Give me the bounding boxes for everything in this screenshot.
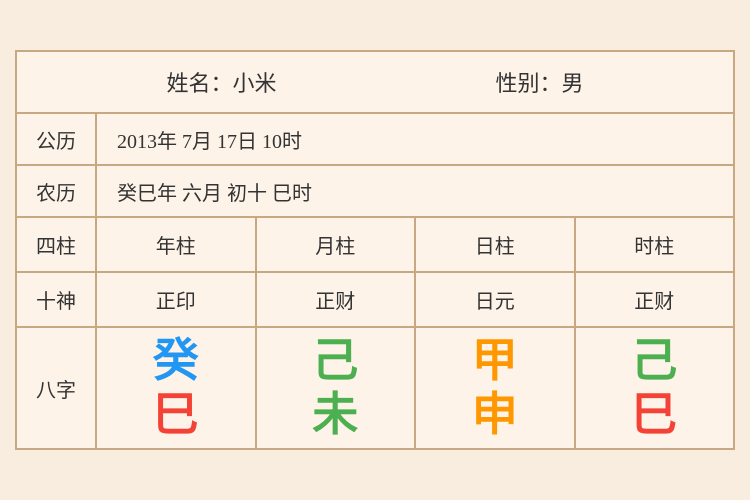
- bazi-month: 己 未: [257, 328, 417, 448]
- bazi-row: 八字 癸 巳 己 未 甲 申 己 巳: [17, 328, 733, 448]
- pillar-day: 日柱: [416, 218, 576, 271]
- bazi-label: 八字: [17, 328, 97, 448]
- bazi-year-bottom: 巳: [153, 392, 199, 438]
- shishen-cells: 正印 正财 日元 正财: [97, 273, 733, 326]
- lunar-row: 农历 癸巳年 六月 初十 巳时: [17, 166, 733, 218]
- bazi-hour-top: 己: [631, 338, 677, 384]
- shishen-day: 日元: [416, 273, 576, 326]
- shishen-row: 十神 正印 正财 日元 正财: [17, 273, 733, 328]
- bazi-cells: 癸 巳 己 未 甲 申 己 巳: [97, 328, 733, 448]
- shishen-hour: 正财: [576, 273, 734, 326]
- bazi-hour-bottom: 巳: [631, 392, 677, 438]
- bazi-month-bottom: 未: [312, 392, 358, 438]
- shishen-year: 正印: [97, 273, 257, 326]
- bazi-day: 甲 申: [416, 328, 576, 448]
- bazi-month-top: 己: [312, 338, 358, 384]
- lunar-label: 农历: [17, 166, 97, 216]
- pillars-header-row: 四柱 年柱 月柱 日柱 时柱: [17, 218, 733, 273]
- bazi-hour: 己 巳: [576, 328, 734, 448]
- bazi-year: 癸 巳: [97, 328, 257, 448]
- bazi-day-bottom: 申: [472, 392, 518, 438]
- lunar-value: 癸巳年 六月 初十 巳时: [97, 167, 733, 216]
- gregorian-row: 公历 2013年 7月 17日 10时: [17, 114, 733, 166]
- shishen-label: 十神: [17, 273, 97, 326]
- shishen-month: 正财: [257, 273, 417, 326]
- gender-label: 性别：男: [495, 66, 583, 98]
- pillars-label: 四柱: [17, 218, 97, 271]
- gregorian-value: 2013年 7月 17日 10时: [97, 115, 733, 164]
- main-container: 姓名：小米 性别：男 公历 2013年 7月 17日 10时 农历 癸巳年 六月…: [15, 50, 735, 450]
- bazi-day-top: 甲: [472, 338, 518, 384]
- pillar-hour: 时柱: [576, 218, 734, 271]
- name-label: 姓名：小米: [166, 66, 276, 98]
- pillar-month: 月柱: [257, 218, 417, 271]
- pillars-cells: 年柱 月柱 日柱 时柱: [97, 218, 733, 271]
- bazi-year-top: 癸: [153, 338, 199, 384]
- pillar-year: 年柱: [97, 218, 257, 271]
- header-row: 姓名：小米 性别：男: [17, 52, 733, 114]
- gregorian-label: 公历: [17, 114, 97, 164]
